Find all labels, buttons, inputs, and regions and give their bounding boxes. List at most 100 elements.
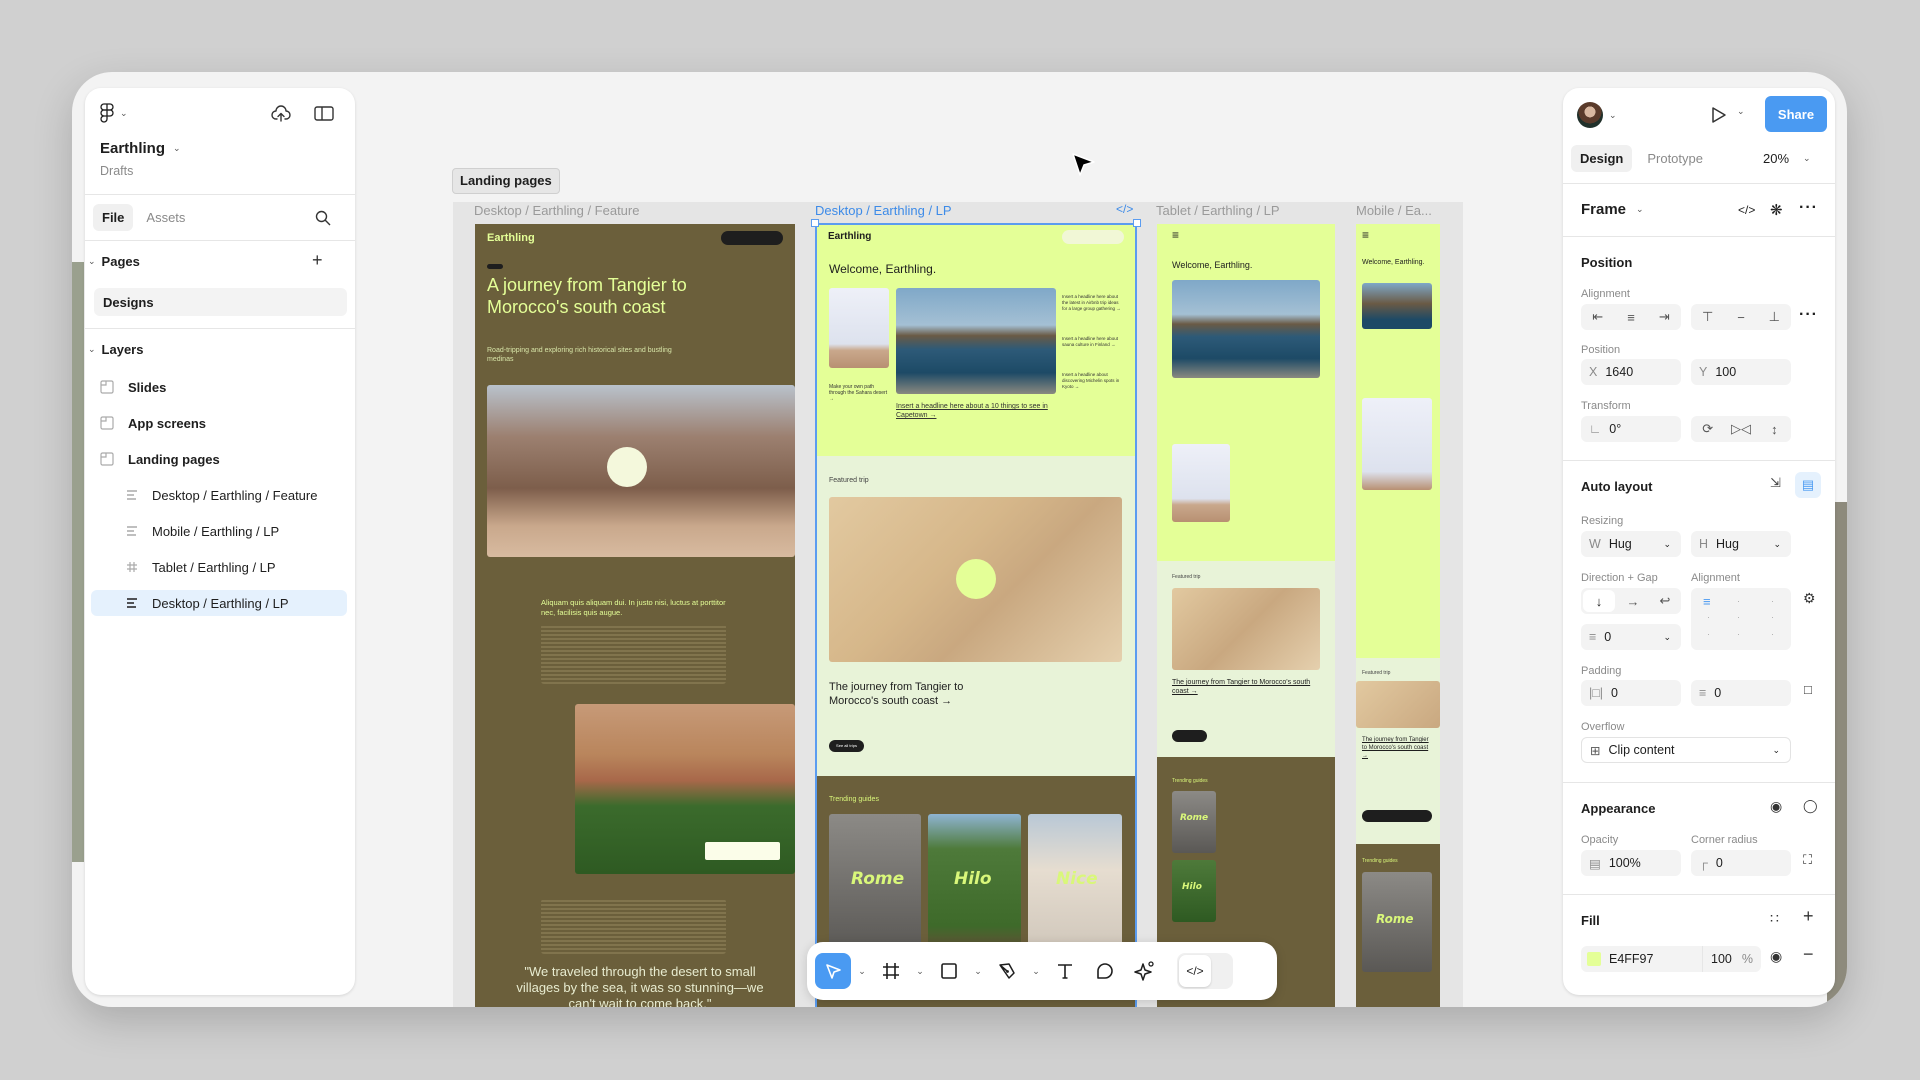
vertical-padding-input[interactable]: ≡ 0 — [1691, 680, 1791, 706]
chevron-down-icon[interactable]: ⌄ — [971, 966, 985, 977]
more-options-icon[interactable]: ··· — [1799, 199, 1818, 217]
fill-swatch[interactable] — [1587, 952, 1601, 966]
remove-auto-layout-icon[interactable]: ⇲ — [1770, 475, 1781, 491]
tab-prototype[interactable]: Prototype — [1638, 145, 1712, 172]
main-headline-link[interactable]: Insert a headline here about a 10 things… — [896, 402, 1056, 420]
blend-mode-drop-icon[interactable]: ◯ — [1803, 798, 1818, 814]
independent-corners-icon[interactable]: ⛶ — [1803, 852, 1812, 868]
frame-type-menu[interactable]: Frame ⌄ — [1581, 201, 1644, 218]
text-tool-button[interactable] — [1047, 953, 1083, 989]
guide-card-rome[interactable]: Rome — [1172, 791, 1216, 853]
featured-title[interactable]: The journey from Tangier to Morocco's so… — [1362, 736, 1434, 760]
section-label[interactable]: Landing pages — [452, 168, 560, 194]
share-button[interactable]: Share — [1765, 96, 1827, 132]
direction-vertical-icon[interactable]: ↓ — [1583, 590, 1615, 612]
file-location[interactable]: Drafts — [100, 164, 133, 178]
user-menu[interactable]: ⌄ — [1577, 102, 1617, 128]
page-item-designs[interactable]: Designs — [94, 288, 347, 316]
layer-item-app-screens[interactable]: App screens — [91, 410, 347, 436]
y-position-input[interactable]: Y 100 — [1691, 359, 1791, 385]
remove-fill-icon[interactable]: − — [1803, 944, 1814, 965]
see-all-trips-button[interactable] — [1172, 730, 1207, 742]
layers-header[interactable]: ⌄ Layers — [88, 342, 143, 357]
more-alignment-icon[interactable]: ··· — [1799, 306, 1818, 324]
align-middle-icon[interactable]: − — [1724, 304, 1757, 330]
align-top-icon[interactable]: ⊤ — [1691, 304, 1724, 330]
chevron-down-icon[interactable]: ⌄ — [1029, 966, 1043, 977]
guide-card-hilo[interactable]: Hilo — [928, 814, 1021, 954]
file-name-menu[interactable]: Earthling ⌄ — [100, 140, 181, 157]
layer-item-mobile-lp[interactable]: Mobile / Earthling / LP — [91, 518, 347, 544]
eye-icon[interactable]: ◉ — [1770, 798, 1782, 815]
guide-card-nice[interactable]: Nice — [1028, 814, 1122, 954]
chevron-down-icon[interactable]: ⌄ — [855, 966, 869, 977]
see-all-trips-button[interactable] — [1362, 810, 1432, 822]
width-resizing-select[interactable]: W Hug ⌄ — [1581, 531, 1681, 557]
add-page-icon[interactable]: + — [312, 250, 323, 271]
main-menu-button[interactable]: ⌄ — [100, 103, 128, 123]
cloud-upload-icon[interactable] — [270, 103, 292, 125]
comment-tool-button[interactable] — [1087, 953, 1123, 989]
add-fill-icon[interactable]: + — [1803, 906, 1814, 927]
flip-vertical-icon[interactable]: ↕ — [1758, 416, 1791, 442]
ai-tool-button[interactable] — [1127, 953, 1163, 989]
advanced-layout-settings-icon[interactable]: ⚙ — [1803, 590, 1816, 607]
direction-horizontal-icon[interactable]: → — [1617, 588, 1649, 614]
fill-visibility-icon[interactable]: ◉ — [1770, 948, 1782, 965]
individual-padding-icon[interactable]: □ — [1804, 682, 1812, 697]
layer-item-landing-pages[interactable]: Landing pages — [91, 446, 347, 472]
frame-desktop-feature[interactable]: Earthling A journey from Tangier to Moro… — [475, 224, 795, 1007]
resize-handle[interactable] — [1133, 219, 1141, 227]
align-bottom-icon[interactable]: ⊥ — [1758, 304, 1791, 330]
list-item[interactable]: Insert a headline here about the latest … — [1062, 294, 1122, 312]
opacity-input[interactable]: ▤ 100% — [1581, 850, 1681, 876]
move-tool-button[interactable] — [815, 953, 851, 989]
chevron-down-icon[interactable]: ⌄ — [913, 966, 927, 977]
code-icon[interactable]: </> — [1738, 203, 1755, 217]
align-center-h-icon[interactable]: ≡ — [1614, 304, 1647, 330]
frame-title-tablet-lp[interactable]: Tablet / Earthling / LP — [1156, 203, 1280, 218]
frame-desktop-lp[interactable]: Earthling Welcome, Earthling. Make your … — [816, 224, 1136, 1007]
align-left-icon[interactable]: ⇤ — [1581, 304, 1614, 330]
featured-title[interactable]: The journey from Tangier to Morocco's so… — [1172, 678, 1320, 696]
x-position-input[interactable]: X 1640 — [1581, 359, 1681, 385]
see-all-trips-button[interactable]: See all trips — [829, 740, 864, 752]
style-library-icon[interactable]: ∷ — [1770, 910, 1779, 927]
layer-item-slides[interactable]: Slides — [91, 374, 347, 400]
rotation-input[interactable]: ∟ 0° — [1581, 416, 1681, 442]
frame-mobile-lp[interactable]: ≡ Welcome, Earthling. Featured trip The … — [1356, 224, 1440, 1007]
frame-tablet-lp[interactable]: ≡ Welcome, Earthling. Featured trip The … — [1157, 224, 1335, 1007]
component-icon[interactable]: ❋ — [1770, 201, 1783, 219]
code-icon[interactable]: </> — [1116, 202, 1133, 216]
auto-layout-settings-icon[interactable]: ▤ — [1795, 472, 1821, 498]
frame-title-desktop-feature[interactable]: Desktop / Earthling / Feature — [474, 203, 639, 218]
align-right-icon[interactable]: ⇥ — [1648, 304, 1681, 330]
search-icon[interactable] — [312, 207, 334, 229]
alignment-grid[interactable]: ≡ · · · · · · · · — [1691, 588, 1791, 650]
list-item[interactable]: Insert a headline about discovering Mich… — [1062, 372, 1122, 390]
height-resizing-select[interactable]: H Hug ⌄ — [1691, 531, 1791, 557]
layer-item-desktop-feature[interactable]: Desktop / Earthling / Feature — [91, 482, 347, 508]
pages-header[interactable]: ⌄ Pages — [88, 254, 140, 269]
gap-input[interactable]: ≡ 0 ⌄ — [1581, 624, 1681, 650]
overflow-select[interactable]: ⊞ Clip content ⌄ — [1581, 737, 1791, 763]
horizontal-padding-input[interactable]: |□| 0 — [1581, 680, 1681, 706]
frame-title-desktop-lp[interactable]: Desktop / Earthling / LP — [815, 203, 952, 218]
layer-item-desktop-lp[interactable]: Desktop / Earthling / LP — [91, 590, 347, 616]
chevron-down-icon[interactable]: ⌄ — [1737, 106, 1745, 117]
dev-mode-toggle[interactable]: </> — [1177, 953, 1233, 989]
rotate-90-icon[interactable]: ⟳ — [1691, 416, 1724, 442]
guide-card-rome[interactable]: Rome — [829, 814, 921, 954]
tab-assets[interactable]: Assets — [137, 204, 194, 231]
fill-color-input[interactable]: E4FF97 100% — [1581, 946, 1761, 972]
rectangle-tool-button[interactable] — [931, 953, 967, 989]
frame-tool-button[interactable] — [873, 953, 909, 989]
toggle-sidebar-icon[interactable] — [313, 103, 335, 125]
present-play-icon[interactable] — [1708, 104, 1730, 126]
guide-card-hilo[interactable]: Hilo — [1172, 860, 1216, 922]
guide-card-rome[interactable]: Rome — [1362, 872, 1432, 972]
direction-wrap-icon[interactable]: ↩ — [1649, 588, 1681, 614]
zoom-menu[interactable]: 20% ⌄ — [1763, 151, 1811, 166]
pen-tool-button[interactable] — [989, 953, 1025, 989]
corner-radius-input[interactable]: ┌ 0 — [1691, 850, 1791, 876]
